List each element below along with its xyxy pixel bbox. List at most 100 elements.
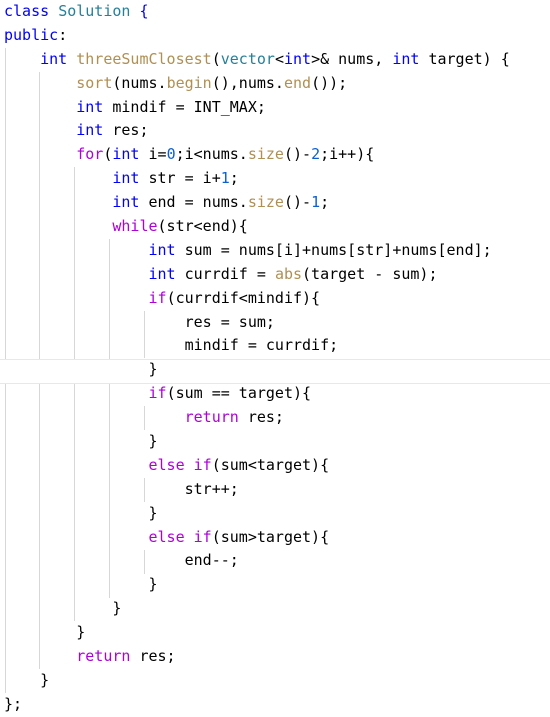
code-line[interactable]: }	[0, 573, 550, 597]
code-token-keyword: int	[76, 121, 104, 140]
code-token-plain: ;	[229, 169, 239, 188]
code-line[interactable]: for(int i=0;i<nums.size()-2;i++){	[0, 143, 550, 167]
code-token-keyword: int	[40, 49, 68, 68]
code-line[interactable]: }	[0, 502, 550, 526]
code-line[interactable]: else if(sum>target){	[0, 526, 550, 550]
code-line[interactable]: int end = nums.size()-1;	[0, 191, 550, 215]
code-line[interactable]: public:	[0, 24, 550, 48]
code-token-plain: i=	[139, 145, 167, 164]
code-token-function: sort	[76, 73, 113, 92]
code-line[interactable]: class Solution {	[0, 0, 550, 24]
code-token-plain: end = nums.	[139, 193, 248, 212]
code-line[interactable]: }	[0, 621, 550, 645]
code-editor-surface[interactable]: class Solution {public: int threeSumClos…	[0, 0, 550, 713]
code-token-plain: }	[76, 623, 86, 642]
code-token-function: abs	[274, 264, 303, 283]
code-token-keyword: public	[4, 25, 59, 44]
code-token-function: size	[247, 145, 284, 164]
code-token-control: else	[148, 455, 185, 474]
code-token-plain: res;	[130, 647, 176, 666]
code-line[interactable]: if(currdif<mindif){	[0, 287, 550, 311]
code-line[interactable]: str++;	[0, 478, 550, 502]
code-token-plain: }	[148, 432, 158, 451]
code-token-keyword: int	[112, 145, 140, 164]
code-line[interactable]: int res;	[0, 119, 550, 143]
code-token-number: 1	[220, 169, 230, 188]
code-token-number: 1	[311, 193, 321, 212]
code-line[interactable]: };	[0, 693, 550, 717]
code-line[interactable]: if(sum == target){	[0, 382, 550, 406]
code-token-control: if	[193, 455, 212, 474]
code-line[interactable]: }	[0, 358, 550, 382]
code-token-plain: mindif = currdif;	[184, 336, 339, 355]
code-line[interactable]: }	[0, 597, 550, 621]
code-token-plain: res;	[103, 121, 149, 140]
code-line[interactable]: mindif = currdif;	[0, 334, 550, 358]
code-token-plain: target) {	[419, 49, 510, 68]
code-token-control: if	[193, 527, 212, 546]
code-token-keyword: int	[112, 169, 140, 188]
code-content[interactable]: class Solution {public: int threeSumClos…	[0, 0, 550, 717]
code-line[interactable]: else if(sum<target){	[0, 454, 550, 478]
code-token-plain: res;	[238, 408, 284, 427]
code-line[interactable]: res = sum;	[0, 311, 550, 335]
code-token-keyword: int	[76, 97, 104, 116]
code-token-plain: ;i++){	[320, 145, 375, 164]
code-token-plain: (currdif<mindif){	[166, 288, 321, 307]
code-token-plain: ()-	[283, 145, 312, 164]
code-line[interactable]: int mindif = INT_MAX;	[0, 96, 550, 120]
code-line[interactable]: int sum = nums[i]+nums[str]+nums[end];	[0, 239, 550, 263]
code-token-keyword: int	[148, 240, 176, 259]
code-token-keyword: int	[148, 264, 176, 283]
code-token-plain: };	[4, 694, 23, 713]
code-line[interactable]: sort(nums.begin(),nums.end());	[0, 72, 550, 96]
code-line[interactable]: int currdif = abs(target - sum);	[0, 263, 550, 287]
code-token-control: else	[148, 527, 185, 546]
code-token-number: 0	[166, 145, 176, 164]
code-token-function: threeSumClosest	[76, 49, 212, 68]
code-token-plain: (sum == target){	[166, 384, 312, 403]
code-token-plain: (target - sum);	[302, 264, 438, 283]
code-token-type: Solution	[58, 2, 131, 20]
code-token-control: return	[184, 408, 239, 427]
code-line[interactable]: return res;	[0, 645, 550, 669]
code-token-plain: (sum<target){	[211, 455, 330, 474]
code-token-plain: (	[211, 49, 221, 68]
code-token-keyword: int	[283, 49, 312, 68]
code-line[interactable]: return res;	[0, 406, 550, 430]
code-token-type: vector	[220, 49, 275, 68]
code-line[interactable]: }	[0, 430, 550, 454]
code-token-keyword: int	[112, 193, 140, 212]
code-line[interactable]: int str = i+1;	[0, 167, 550, 191]
code-line[interactable]: end--;	[0, 549, 550, 573]
code-token-keyword: class	[4, 2, 50, 20]
code-token-plain: }	[148, 575, 158, 594]
code-line[interactable]: while(str<end){	[0, 215, 550, 239]
code-token-keyword: int	[392, 49, 420, 68]
code-line[interactable]: }	[0, 669, 550, 693]
code-line[interactable]: int threeSumClosest(vector<int>& nums, i…	[0, 48, 550, 72]
code-token-keyword: {	[139, 2, 149, 20]
code-token-plain: (),nums.	[211, 73, 284, 92]
